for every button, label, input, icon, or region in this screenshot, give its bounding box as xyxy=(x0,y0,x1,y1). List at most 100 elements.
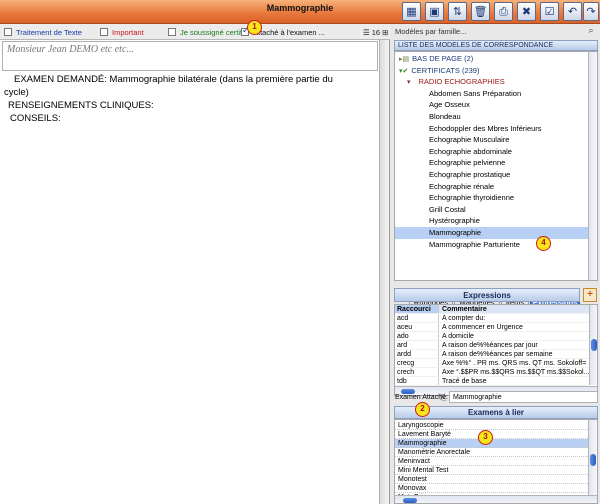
tree-row[interactable]: Echographie prostatique xyxy=(395,169,588,181)
examen-item[interactable]: Mini Mental Test xyxy=(395,466,588,475)
checkbox-box[interactable] xyxy=(168,28,176,36)
expression-shortcut: ard xyxy=(395,341,439,349)
redo-icon[interactable]: ↷ xyxy=(583,2,599,21)
expression-shortcut: crech xyxy=(395,368,439,376)
disk-icon[interactable]: ▣ xyxy=(425,2,444,21)
tree-row-label: Echographie rénale xyxy=(429,181,495,191)
tree-row-label: Echographie thyroidienne xyxy=(429,193,515,203)
expressions-scrollbar[interactable] xyxy=(589,305,597,385)
traitement-label: Traitement de Texte xyxy=(16,27,82,37)
expression-comment: A commencer en Urgence xyxy=(442,324,523,331)
tree-row-label: Echographie prostatique xyxy=(429,169,511,179)
important-label: Important xyxy=(112,27,144,37)
right-panel: Modèles par famille... ⌕ LISTE DES MODEL… xyxy=(391,24,600,504)
folder-open-icon[interactable]: ▾✔ xyxy=(399,67,408,75)
expression-row[interactable]: crech Axe °.$$PR ms.$$QRS ms.$$QT ms.$$So… xyxy=(395,368,589,377)
callout-marker-4: 4 xyxy=(536,236,551,251)
letter-body[interactable]: EXAMEN DEMANDÉ: Mammographie bilatérale … xyxy=(4,73,376,125)
tree-row[interactable]: Grill Costal xyxy=(395,204,588,216)
grid-header: Raccourci Commentaire xyxy=(395,305,597,314)
exam-line: EXAMEN DEMANDÉ: Mammographie bilatérale … xyxy=(14,74,333,85)
expression-shortcut: tdb xyxy=(395,377,439,385)
examens-list: Laryngoscopie Lavement Baryté Mammographie… xyxy=(394,419,598,504)
list-icon[interactable]: ☰ xyxy=(363,28,370,37)
expression-row[interactable]: ard A raison de%%éances par jour xyxy=(395,341,589,350)
tree-row-label: Echographie Musculaire xyxy=(429,135,510,145)
tree-row[interactable]: Age Osseux xyxy=(395,99,588,111)
filing-icon[interactable]: ⇅ xyxy=(448,2,467,21)
examens-scrollbar[interactable] xyxy=(588,420,597,496)
search-icon[interactable]: ⌕ xyxy=(584,25,598,38)
tree-row-label: Echographie abdominale xyxy=(429,146,512,156)
tree-row-label: Echographie pelvienne xyxy=(429,158,506,168)
expression-shortcut: acd xyxy=(395,314,439,322)
stepper-icon[interactable]: ⊞ xyxy=(382,28,388,37)
expressions-title: Expressions xyxy=(394,288,580,302)
template-tree: ▸▤ BAS DE PAGE (2) ▾✔ CERTIFICATS (239) ▾ RAD… xyxy=(394,51,598,281)
tree-row[interactable]: Echographie rénale xyxy=(395,181,588,193)
tree-scrollbar[interactable] xyxy=(588,52,597,280)
header-commentaire[interactable]: Commentaire xyxy=(439,305,597,313)
folder-icon[interactable]: ▸▤ xyxy=(399,55,409,63)
grid-icon[interactable]: ▦ xyxy=(402,2,421,21)
tree-row[interactable]: Hystérographie xyxy=(395,215,588,227)
checkbox-box[interactable] xyxy=(100,28,108,36)
examen-item[interactable]: Monovax xyxy=(395,484,588,493)
tree-row-label: BAS DE PAGE (2) xyxy=(412,54,474,63)
tree-row-label: Age Osseux xyxy=(429,100,470,110)
expression-comment: A compter du: xyxy=(442,315,486,322)
expression-row[interactable]: tdb Tracé de base xyxy=(395,377,589,386)
tree-row[interactable]: Echographie Musculaire xyxy=(395,134,588,146)
scroll-thumb[interactable] xyxy=(590,454,596,466)
tree-row[interactable]: Abdomen Sans Préparation xyxy=(395,88,588,100)
tree-row[interactable]: Mammographie Parturiente xyxy=(395,239,588,251)
patient-name-field[interactable]: Monsieur Jean DEMO etc etc... xyxy=(2,41,378,71)
hscroll-thumb[interactable] xyxy=(403,498,417,503)
tree-row[interactable]: ▸▤ BAS DE PAGE (2) xyxy=(395,53,588,65)
expression-row[interactable]: acd A compter du: xyxy=(395,314,589,323)
undo-icon[interactable]: ↶ xyxy=(563,2,582,21)
expression-row[interactable]: ardd A raison de%%éances par semaine xyxy=(395,350,589,359)
important-checkbox[interactable]: Important xyxy=(100,26,144,38)
tree-row[interactable]: Echographie pelvienne xyxy=(395,157,588,169)
tree-row[interactable]: Blondeau xyxy=(395,111,588,123)
expression-row[interactable]: aceu A commencer en Urgence xyxy=(395,323,589,332)
examen-item[interactable]: Laryngoscopie xyxy=(395,421,588,430)
examen-item[interactable]: Meninvact xyxy=(395,457,588,466)
tree-row[interactable]: Echodoppler des Mbres Inférieurs xyxy=(395,123,588,135)
tree-row[interactable]: Mammographie xyxy=(395,226,588,239)
header-raccourci[interactable]: Raccourci xyxy=(395,305,439,313)
family-select[interactable]: Modèles par famille... xyxy=(393,26,583,38)
link-icon[interactable]: ⎘ xyxy=(440,392,448,403)
checkbox-box[interactable] xyxy=(4,28,12,36)
trash-icon[interactable]: 🗑 xyxy=(471,2,490,21)
soussigne-checkbox[interactable]: Je soussigné certifi xyxy=(168,26,244,38)
tree-row[interactable]: ▾ RADIO ECHOGRAPHIES xyxy=(395,76,588,88)
font-size-control[interactable]: ☰ 16 ⊞ xyxy=(363,26,388,38)
print-icon[interactable]: ⎙ xyxy=(494,2,513,21)
tree-row-label: Echodoppler des Mbres Inférieurs xyxy=(429,123,542,133)
clinical-line: RENSEIGNEMENTS CLINIQUES: xyxy=(8,100,154,111)
editor-scrollbar[interactable] xyxy=(379,40,389,504)
scroll-thumb[interactable] xyxy=(591,339,597,351)
expression-row[interactable]: crecg Axe %%° . PR ms. QRS ms. QT ms. Sok… xyxy=(395,359,589,368)
expand-arrow-icon[interactable]: ▾ xyxy=(407,78,411,86)
add-expression-button[interactable]: + xyxy=(583,288,597,302)
examen-item[interactable]: Manométrie Anorectale xyxy=(395,448,588,457)
examens-hscroll[interactable] xyxy=(395,495,597,503)
callout-marker-2: 2 xyxy=(415,402,430,417)
expression-comment: Axe °.$$PR ms.$$QRS ms.$$QT ms.$$Sokol..… xyxy=(442,369,589,376)
checkbox-edit-icon[interactable]: ☑ xyxy=(540,2,559,21)
expression-comment: A domicile xyxy=(442,333,474,340)
traitement-checkbox[interactable]: Traitement de Texte xyxy=(4,26,82,38)
tree-row[interactable]: Echographie abdominale xyxy=(395,146,588,158)
tree-row-label: CERTIFICATS (239) xyxy=(411,65,480,75)
tree-row[interactable]: ▾✔ CERTIFICATS (239) xyxy=(395,65,588,77)
expression-row[interactable]: ado A domicile xyxy=(395,332,589,341)
tree-row-label: Abdomen Sans Préparation xyxy=(429,88,522,98)
font-size-value: 16 xyxy=(371,27,381,37)
examen-item[interactable]: Monotest xyxy=(395,475,588,484)
tree-row[interactable]: Echographie thyroidienne xyxy=(395,192,588,204)
close-window-icon[interactable]: ✖ xyxy=(517,2,536,21)
exam-attache-field[interactable]: Mammographie xyxy=(449,391,598,403)
